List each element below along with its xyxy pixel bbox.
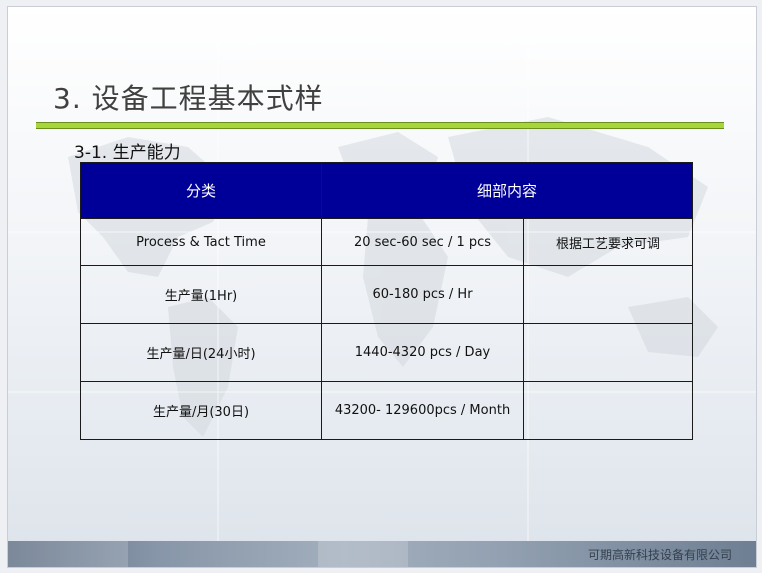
table-row: Process & Tact Time 20 sec-60 sec / 1 pc… bbox=[80, 218, 694, 266]
table-row: 生产量/日(24小时) 1440-4320 pcs / Day bbox=[80, 323, 694, 382]
section-subtitle: 3-1. 生产能力 bbox=[74, 143, 181, 163]
title-underline-bar bbox=[36, 122, 724, 129]
row-note bbox=[522, 323, 694, 382]
footer-block bbox=[318, 541, 408, 567]
row-item: 生产量(1Hr) bbox=[80, 265, 322, 324]
page-title: 3. 设备工程基本式样 bbox=[53, 82, 324, 115]
row-note bbox=[522, 381, 694, 440]
row-item: 生产量/月(30日) bbox=[80, 381, 322, 440]
capacity-table: 分类 细部内容 Process & Tact Time 20 sec-60 se… bbox=[80, 162, 694, 440]
row-detail: 60-180 pcs / Hr bbox=[321, 265, 524, 324]
table-row: 生产量/月(30日) 43200- 129600pcs / Month bbox=[80, 381, 694, 440]
row-note: 根据工艺要求可调 bbox=[522, 218, 694, 266]
row-detail: 1440-4320 pcs / Day bbox=[321, 323, 524, 382]
row-detail: 43200- 129600pcs / Month bbox=[321, 381, 524, 440]
footer-block bbox=[8, 541, 128, 567]
header-detail: 细部内容 bbox=[320, 162, 694, 219]
row-detail: 20 sec-60 sec / 1 pcs bbox=[321, 218, 524, 266]
header-category: 分类 bbox=[80, 162, 322, 219]
table-header-row: 分类 细部内容 bbox=[80, 162, 694, 219]
table-row: 生产量(1Hr) 60-180 pcs / Hr bbox=[80, 265, 694, 324]
company-name: 可期高新科技设备有限公司 bbox=[587, 548, 732, 562]
row-note bbox=[522, 265, 694, 324]
row-item: Process & Tact Time bbox=[80, 218, 322, 266]
row-item: 生产量/日(24小时) bbox=[80, 323, 322, 382]
